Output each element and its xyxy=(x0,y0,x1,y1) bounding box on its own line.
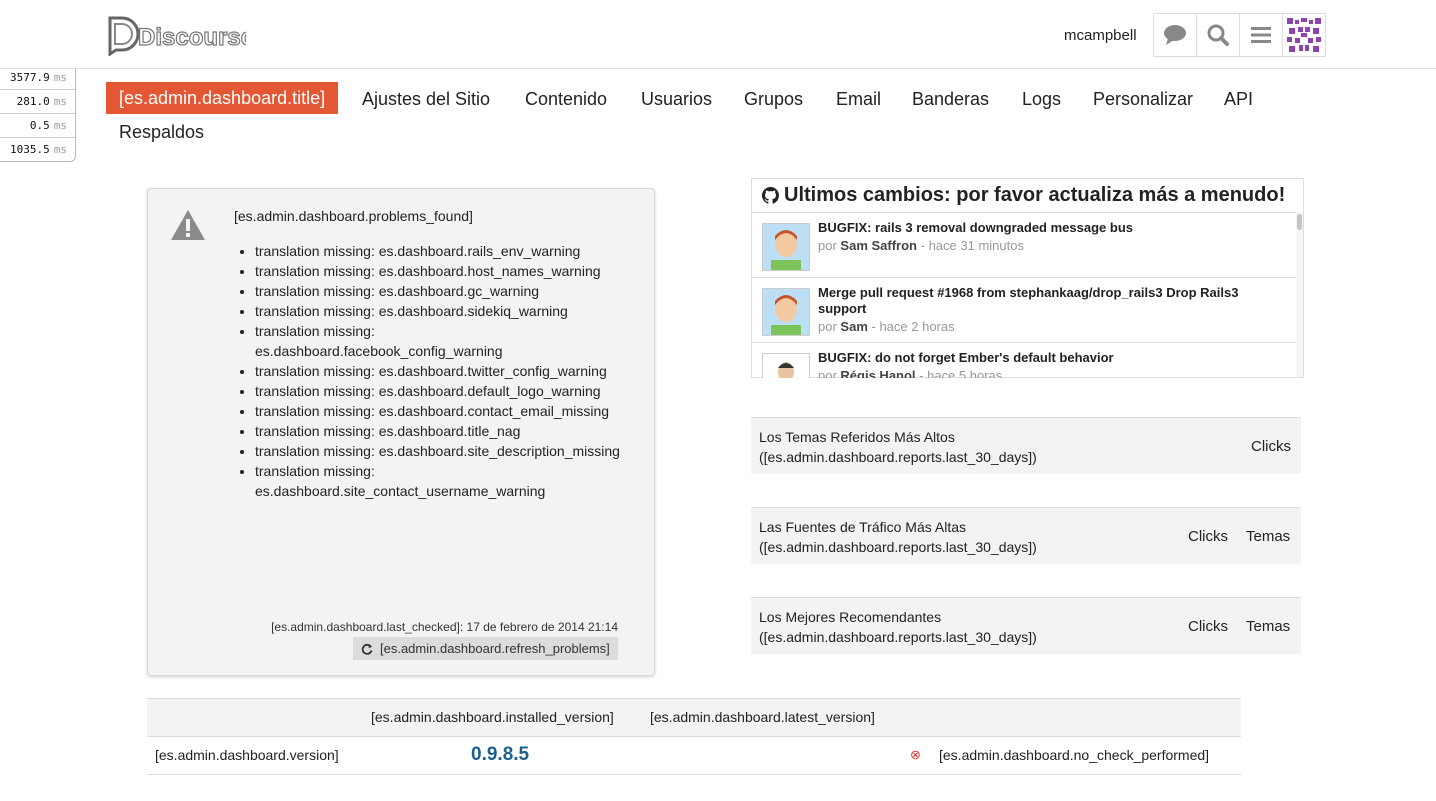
avatar-icon xyxy=(763,354,809,378)
commits-list[interactable]: BUGFIX: rails 3 removal downgraded messa… xyxy=(752,212,1296,378)
list-item[interactable]: Merge pull request #1968 from stephankaa… xyxy=(752,278,1296,343)
list-item: translation missing: es.dashboard.defaul… xyxy=(255,381,625,401)
tab-api[interactable]: API xyxy=(1224,89,1253,110)
svg-text:Discourse: Discourse xyxy=(138,24,246,51)
list-item[interactable]: BUGFIX: do not forget Ember's default be… xyxy=(752,343,1296,378)
column-header-clicks: Clicks xyxy=(1188,618,1228,635)
problems-list: translation missing: es.dashboard.rails_… xyxy=(236,241,625,501)
chat-bubble-icon xyxy=(1164,25,1186,45)
list-item: translation missing: es.dashboard.twitte… xyxy=(255,361,625,381)
discourse-logo[interactable]: Discourse xyxy=(106,14,255,57)
column-header-clicks: Clicks xyxy=(1188,528,1228,545)
status-error-icon: ⊗ xyxy=(910,747,921,762)
list-item: translation missing: es.dashboard.facebo… xyxy=(255,321,625,361)
tab-customize[interactable]: Personalizar xyxy=(1093,89,1193,110)
hamburger-menu-icon xyxy=(1251,27,1271,43)
discourse-logo-icon: Discourse xyxy=(108,16,255,57)
github-icon xyxy=(762,187,779,204)
commit-meta: por Régis Hanol - hace 5 horas xyxy=(818,368,1003,378)
no-check-status: [es.admin.dashboard.no_check_performed] xyxy=(939,747,1210,763)
version-label: [es.admin.dashboard.version] xyxy=(155,747,339,763)
commit-avatar xyxy=(762,223,810,271)
menu-button[interactable] xyxy=(1239,13,1283,57)
commit-message[interactable]: BUGFIX: do not forget Ember's default be… xyxy=(818,350,1258,366)
scrollbar-thumb[interactable] xyxy=(1297,214,1302,230)
list-item: translation missing: es.dashboard.host_n… xyxy=(255,261,625,281)
tab-site-settings[interactable]: Ajustes del Sitio xyxy=(362,89,490,110)
tab-email[interactable]: Email xyxy=(836,89,881,110)
profiler-row[interactable]: 1035.5 ms xyxy=(0,137,75,161)
commit-avatar xyxy=(762,288,810,336)
table-row: [es.admin.dashboard.version] 0.9.8.5 ⊗ [… xyxy=(147,737,1241,775)
report-top-traffic-sources: Las Fuentes de Tráfico Más Altas ([es.ad… xyxy=(751,507,1301,564)
site-header: Discourse mcampbell xyxy=(0,0,1436,69)
column-header-clicks: Clicks xyxy=(1251,438,1291,455)
commits-title: Ultimos cambios: por favor actualiza más… xyxy=(762,184,1285,207)
commit-meta: por Sam - hace 2 horas xyxy=(818,319,955,334)
commit-meta: por Sam Saffron - hace 31 minutos xyxy=(818,238,1024,253)
profiler-row[interactable]: 3577.9 ms xyxy=(0,66,75,89)
list-item[interactable]: BUGFIX: rails 3 removal downgraded messa… xyxy=(752,213,1296,278)
refresh-label: [es.admin.dashboard.refresh_problems] xyxy=(380,641,610,656)
commit-message[interactable]: BUGFIX: rails 3 removal downgraded messa… xyxy=(818,220,1258,236)
version-table: [es.admin.dashboard.installed_version] [… xyxy=(147,698,1241,775)
latest-commits-panel: Ultimos cambios: por favor actualiza más… xyxy=(751,178,1304,378)
search-icon xyxy=(1207,24,1229,46)
tab-groups[interactable]: Grupos xyxy=(744,89,803,110)
list-item: translation missing: es.dashboard.contac… xyxy=(255,401,625,421)
profiler-row[interactable]: 0.5 ms xyxy=(0,113,75,137)
latest-version-header: [es.admin.dashboard.latest_version] xyxy=(650,709,875,725)
column-header-topics: Temas xyxy=(1246,618,1291,635)
column-header-topics: Temas xyxy=(1246,528,1291,545)
tab-flags[interactable]: Banderas xyxy=(912,89,989,110)
tab-logs[interactable]: Logs xyxy=(1022,89,1061,110)
list-item: translation missing: es.dashboard.rails_… xyxy=(255,241,625,261)
installed-version-header: [es.admin.dashboard.installed_version] xyxy=(371,709,614,725)
notifications-button[interactable] xyxy=(1153,13,1197,57)
header-icons xyxy=(1153,13,1326,57)
tab-backups[interactable]: Respaldos xyxy=(119,122,204,143)
tab-dashboard[interactable]: [es.admin.dashboard.title] xyxy=(106,82,339,114)
avatar-icon xyxy=(763,289,809,335)
commits-scrollbar[interactable] xyxy=(1296,212,1303,377)
user-avatar-button[interactable] xyxy=(1282,13,1326,57)
commit-message[interactable]: Merge pull request #1968 from stephankaa… xyxy=(818,285,1258,317)
list-item: translation missing: es.dashboard.gc_war… xyxy=(255,281,625,301)
list-item: translation missing: es.dashboard.site_d… xyxy=(255,441,625,461)
report-top-referred-topics: Los Temas Referidos Más Altos ([es.admin… xyxy=(751,417,1301,474)
tab-content[interactable]: Contenido xyxy=(525,89,607,110)
mini-profiler[interactable]: 3577.9 ms 281.0 ms 0.5 ms 1035.5 ms xyxy=(0,66,76,162)
report-title: Los Temas Referidos Más Altos ([es.admin… xyxy=(759,429,1037,465)
list-item: translation missing: es.dashboard.title_… xyxy=(255,421,625,441)
list-item: translation missing: es.dashboard.sideki… xyxy=(255,301,625,321)
report-top-referrers: Los Mejores Recomendantes ([es.admin.das… xyxy=(751,597,1301,654)
tab-users[interactable]: Usuarios xyxy=(641,89,712,110)
username-link[interactable]: mcampbell xyxy=(1064,27,1137,44)
avatar-icon xyxy=(763,224,809,270)
search-button[interactable] xyxy=(1196,13,1240,57)
commit-avatar xyxy=(762,353,810,378)
report-title: Los Mejores Recomendantes ([es.admin.das… xyxy=(759,609,1037,645)
problems-title: [es.admin.dashboard.problems_found] xyxy=(234,208,473,224)
refresh-problems-button[interactable]: [es.admin.dashboard.refresh_problems] xyxy=(353,637,618,660)
user-avatar xyxy=(1285,16,1323,54)
list-item: translation missing: es.dashboard.site_c… xyxy=(255,461,625,501)
warning-icon xyxy=(171,210,205,240)
refresh-icon xyxy=(361,643,373,655)
report-title: Las Fuentes de Tráfico Más Altas ([es.ad… xyxy=(759,519,1037,555)
problems-panel: [es.admin.dashboard.problems_found] tran… xyxy=(147,188,655,676)
last-checked: [es.admin.dashboard.last_checked]: 17 de… xyxy=(271,620,618,634)
installed-version: 0.9.8.5 xyxy=(471,744,530,765)
version-table-header: [es.admin.dashboard.installed_version] [… xyxy=(147,698,1241,737)
profiler-row[interactable]: 281.0 ms xyxy=(0,89,75,113)
